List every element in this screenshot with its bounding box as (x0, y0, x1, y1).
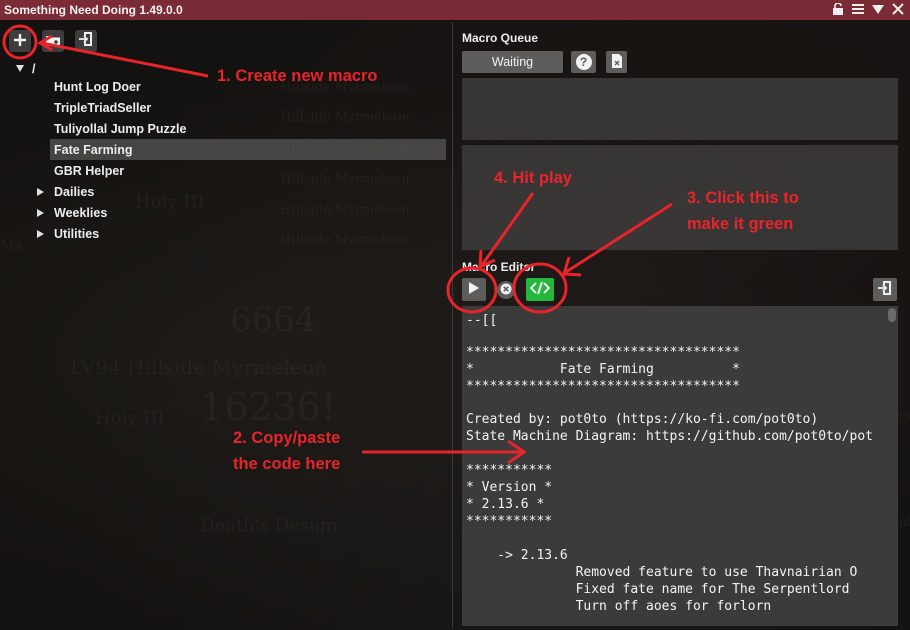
code-line: -> 2.13.6 (466, 548, 568, 563)
code-line: *********************************** (466, 345, 740, 360)
tree-item-fate-farming[interactable]: Fate Farming (50, 139, 446, 160)
export-macro-button[interactable] (873, 278, 897, 301)
pane-divider[interactable] (452, 22, 453, 628)
code-line: Removed feature to use Thavnairian O (466, 565, 858, 580)
stop-macro-button[interactable] (497, 281, 515, 299)
folder-add-icon (45, 32, 61, 51)
tree-item-label: Hunt Log Doer (54, 79, 141, 94)
code-line: State Machine Diagram: https://github.co… (466, 429, 873, 444)
annotation-step-3-line-2: make it green (687, 215, 794, 233)
plus-icon (13, 32, 27, 51)
queue-running-list (462, 78, 898, 140)
add-folder-button[interactable] (42, 30, 64, 52)
import-macro-button[interactable] (75, 30, 97, 52)
tree-folder-label: Weeklies (54, 205, 108, 220)
annotation-step-2-line-2: the code here (233, 455, 341, 473)
queue-clear-button[interactable] (606, 51, 627, 73)
editor-scrollbar[interactable] (888, 308, 896, 322)
collapsed-arrow-icon (37, 229, 44, 238)
tree-item-gbr-helper[interactable]: GBR Helper (54, 160, 434, 181)
tree-item-tuliyollal-jump-puzzle[interactable]: Tuliyollal Jump Puzzle (54, 118, 434, 139)
export-file-icon (877, 280, 893, 299)
code-line: *********** (466, 463, 553, 478)
annotation-step-3-line-1: 3. Click this to (687, 189, 799, 207)
macro-code-editor[interactable]: --[[ ***********************************… (462, 306, 898, 626)
close-x-icon[interactable] (892, 3, 904, 17)
expand-arrow-icon (16, 65, 24, 72)
create-macro-button[interactable] (9, 30, 31, 52)
tree-item-label: TripleTriadSeller (54, 100, 152, 115)
queue-status-button[interactable]: Waiting (462, 51, 563, 73)
queue-help-button[interactable]: ? (571, 51, 596, 73)
code-icon (529, 280, 551, 299)
annotation-step-4: 4. Hit play (494, 169, 572, 187)
lock-icon[interactable] (832, 2, 844, 17)
code-line: Created by: pot0to (https://ko-fi.com/po… (466, 412, 819, 427)
tree-item-label: GBR Helper (54, 163, 125, 178)
clear-file-icon (611, 53, 623, 72)
tree-folder-label: Dailies (54, 184, 95, 199)
tree-folder-label: Utilities (54, 226, 100, 241)
tree-item-label: Tuliyollal Jump Puzzle (54, 121, 187, 136)
tree-root-label: / (32, 61, 36, 76)
tree-item-label: Fate Farming (54, 142, 133, 157)
code-line: Turn off aoes for forlorn (466, 599, 772, 614)
tree-folder-utilities[interactable]: Utilities (37, 223, 237, 244)
code-line: *********************************** (466, 379, 740, 394)
code-line: *********** (466, 514, 553, 529)
code-line: * 2.13.6 * (466, 497, 545, 512)
macro-queue-label: Macro Queue (462, 31, 539, 45)
run-macro-button[interactable] (462, 278, 486, 301)
collapsed-arrow-icon (37, 208, 44, 217)
queue-pending-list (462, 145, 898, 250)
code-line: * Fate Farming * (466, 362, 740, 377)
code-line: * Version * (466, 480, 553, 495)
tree-item-tripletriadseller[interactable]: TripleTriadSeller (54, 97, 434, 118)
code-line: --[[ (466, 313, 498, 328)
tree-folder-weeklies[interactable]: Weeklies (37, 202, 237, 223)
collapsed-arrow-icon (37, 187, 44, 196)
collapse-triangle-icon[interactable] (872, 3, 884, 17)
lua-mode-toggle[interactable] (526, 278, 554, 301)
tree-folder-dailies[interactable]: Dailies (37, 181, 237, 202)
annotation-step-2-line-1: 2. Copy/paste (233, 429, 341, 447)
import-icon (78, 31, 94, 51)
macro-editor-label: Macro Editor (462, 260, 536, 274)
window-title: Something Need Doing 1.49.0.0 (4, 3, 183, 17)
help-icon: ? (575, 54, 592, 70)
play-icon (468, 281, 480, 298)
menu-lines-icon[interactable] (852, 3, 864, 17)
cross-circle-icon (500, 283, 512, 298)
title-bar[interactable]: Something Need Doing 1.49.0.0 (0, 0, 910, 20)
annotation-step-1: 1. Create new macro (217, 67, 378, 85)
code-line: Fixed fate name for The Serpentlord (466, 582, 850, 597)
